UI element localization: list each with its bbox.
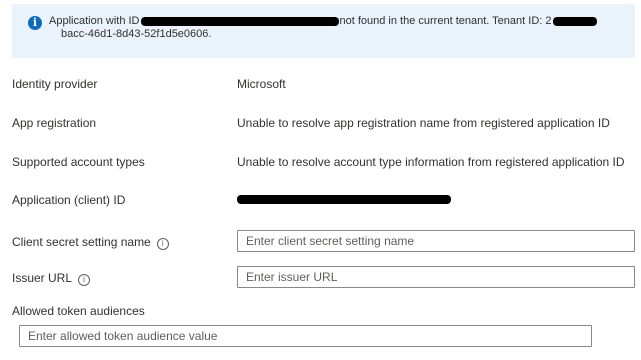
redacted-app-id [140,16,339,26]
allowed-token-audiences-input[interactable] [19,325,592,347]
app-registration-label: App registration [12,116,97,130]
client-secret-info-icon[interactable]: i [156,238,169,250]
issuer-url-label-text: Issuer URL [12,271,73,285]
client-secret-setting-label-text: Client secret setting name [12,235,151,249]
application-client-id-label: Application (client) ID [12,193,126,207]
client-secret-setting-label: Client secret setting name i [12,235,169,250]
error-message-bar: i Application with ID not found in the cu… [12,4,635,58]
supported-account-types-value: Unable to resolve account type informati… [237,155,625,169]
banner-line1-suffix: not found in the current tenant. Tenant … [339,15,552,27]
client-secret-setting-input[interactable] [237,230,635,252]
issuer-url-info-icon[interactable]: i [78,274,91,286]
error-message-text: Application with ID not found in the curr… [49,15,619,41]
app-registration-value: Unable to resolve app registration name … [237,116,610,130]
issuer-url-input[interactable] [237,266,635,288]
supported-account-types-label: Supported account types [12,155,145,169]
allowed-token-audiences-label: Allowed token audiences [12,304,145,318]
banner-line2: bacc-46d1-8d43-52f1d5e0606. [61,28,212,40]
redacted-client-id [237,195,451,204]
issuer-url-label: Issuer URL i [12,271,91,286]
banner-line1-prefix: Application with ID [49,15,140,27]
redacted-tenant-id [552,16,597,26]
identity-provider-value: Microsoft [237,77,286,91]
identity-provider-label: Identity provider [12,77,98,91]
info-icon: i [28,16,42,30]
